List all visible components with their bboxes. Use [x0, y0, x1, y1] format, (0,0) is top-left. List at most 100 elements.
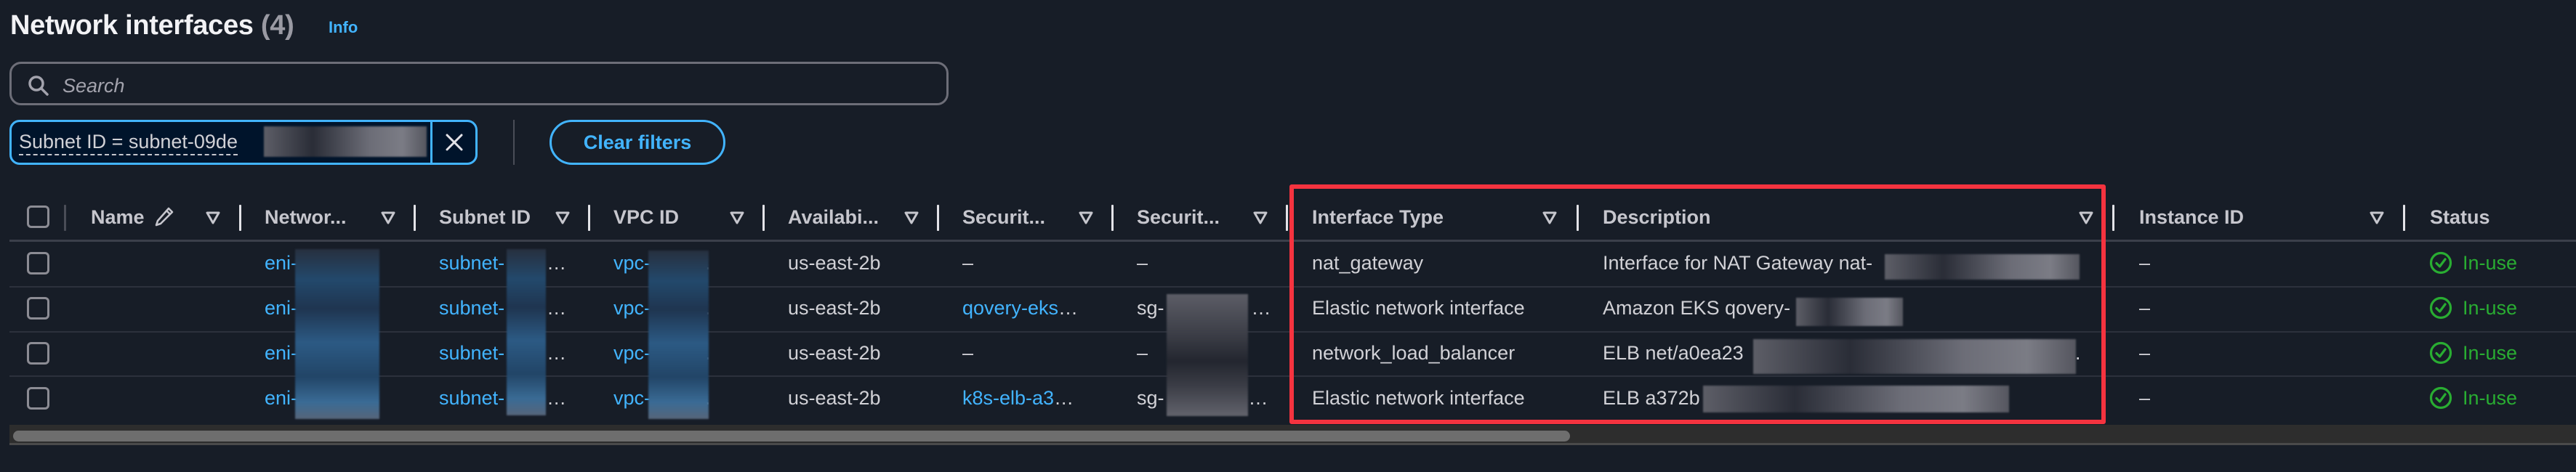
close-icon: [446, 134, 463, 151]
status-text: In-use: [2463, 297, 2518, 319]
redacted-load-balancer-name: [1753, 339, 2076, 374]
security-group-names: –: [962, 342, 974, 364]
column-header-availability-zone[interactable]: Availabi...: [788, 205, 879, 229]
column-header-interface-type[interactable]: Interface Type: [1312, 205, 1444, 229]
interface-type: Elastic network interface: [1312, 297, 1525, 319]
redacted-nat-gateway-id: [1885, 254, 2080, 280]
sort-triangle-icon[interactable]: [1252, 211, 1268, 225]
column-divider[interactable]: [1111, 205, 1114, 231]
subnet-id-link[interactable]: subnet-…: [439, 296, 566, 320]
availability-zone: us-east-2b: [788, 297, 881, 319]
remove-filter-button[interactable]: [433, 122, 475, 163]
column-header-label: Name: [91, 206, 145, 228]
clear-filters-button[interactable]: Clear filters: [550, 120, 725, 165]
column-divider[interactable]: [414, 205, 416, 231]
interface-type: network_load_balancer: [1312, 342, 1516, 364]
page-title-text: Network interfaces: [10, 10, 254, 41]
status-text: In-use: [2463, 252, 2518, 274]
instance-id: –: [2139, 252, 2151, 274]
sort-triangle-icon[interactable]: [729, 211, 745, 225]
info-link[interactable]: Info: [329, 17, 358, 38]
toolbar-divider: [513, 120, 515, 165]
redacted-cluster-name: [1796, 298, 1903, 326]
row-divider: [9, 331, 2576, 333]
instance-id: –: [2139, 342, 2151, 364]
filter-token-label[interactable]: Subnet ID = subnet-09de: [19, 129, 238, 155]
description: Amazon EKS qovery-: [1603, 297, 1791, 319]
column-divider[interactable]: [2403, 205, 2405, 231]
column-divider[interactable]: [1286, 205, 1288, 231]
item-count: (4): [260, 10, 294, 41]
filter-token-divider: [430, 121, 432, 164]
instance-id: –: [2139, 387, 2151, 409]
row-checkbox[interactable]: [27, 342, 49, 365]
security-group-name-link[interactable]: qovery-eks…: [962, 296, 1078, 320]
column-header-security-group-ids[interactable]: Securit...: [1137, 205, 1220, 229]
status-text: In-use: [2463, 342, 2518, 364]
column-header-subnet-id[interactable]: Subnet ID: [439, 205, 531, 229]
redacted-value: [264, 126, 427, 157]
availability-zone: us-east-2b: [788, 387, 881, 409]
header-divider: [9, 240, 2576, 242]
row-checkbox[interactable]: [27, 387, 49, 410]
column-header-vpc-id[interactable]: VPC ID: [613, 205, 679, 229]
sort-triangle-icon[interactable]: [380, 211, 396, 225]
search-input[interactable]: [61, 70, 936, 102]
redacted-load-balancer-id: [1703, 386, 2009, 412]
pencil-icon: [155, 207, 174, 227]
availability-zone: us-east-2b: [788, 252, 881, 274]
row-checkbox[interactable]: [27, 297, 49, 320]
column-header-name[interactable]: Name: [91, 205, 174, 229]
search-icon: [28, 76, 49, 96]
column-header-security-group-names[interactable]: Securit...: [962, 205, 1045, 229]
row-divider: [9, 375, 2576, 377]
redacted-security-group-ids: [1167, 294, 1248, 416]
select-all-checkbox[interactable]: [27, 206, 49, 228]
sort-triangle-icon[interactable]: [555, 211, 571, 225]
column-header-status[interactable]: Status: [2430, 205, 2490, 229]
row-checkbox[interactable]: [27, 252, 49, 274]
check-circle-icon: [2429, 251, 2452, 274]
security-group-ids: –: [1137, 342, 1148, 364]
column-divider[interactable]: [239, 205, 241, 231]
redacted-network-interface-ids: [295, 249, 379, 419]
description: ELB a372b: [1603, 387, 1700, 409]
sort-triangle-icon[interactable]: [903, 211, 919, 225]
column-divider[interactable]: [937, 205, 939, 231]
security-group-names: –: [962, 252, 974, 274]
column-header-network-interface-id[interactable]: Networ...: [265, 205, 347, 229]
description: Interface for NAT Gateway nat-: [1603, 252, 1873, 274]
sort-triangle-icon[interactable]: [1542, 211, 1558, 225]
sort-triangle-icon[interactable]: [2369, 211, 2385, 225]
page-title: Network interfaces (4): [10, 9, 294, 42]
security-group-ids: –: [1137, 252, 1148, 274]
redacted-vpc-ids: [648, 251, 709, 419]
scrollbar-edge: [9, 443, 2576, 445]
status-text: In-use: [2463, 387, 2518, 409]
column-divider[interactable]: [588, 205, 590, 231]
sort-triangle-icon[interactable]: [205, 211, 221, 225]
instance-id: –: [2139, 297, 2151, 319]
check-circle-icon: [2429, 296, 2452, 320]
status-badge: In-use: [2429, 296, 2517, 320]
sort-triangle-icon[interactable]: [1078, 211, 1094, 225]
row-divider: [9, 286, 2576, 288]
status-badge: In-use: [2429, 251, 2517, 275]
sort-triangle-icon[interactable]: [2078, 211, 2094, 225]
column-divider[interactable]: [1577, 205, 1579, 231]
status-badge: In-use: [2429, 386, 2517, 410]
column-divider[interactable]: [2112, 205, 2114, 231]
scrollbar-thumb[interactable]: [13, 431, 1570, 442]
subnet-id-link[interactable]: subnet-…: [439, 341, 566, 365]
check-circle-icon: [2429, 386, 2452, 410]
redacted-subnet-ids: [507, 249, 546, 415]
column-divider[interactable]: [762, 205, 765, 231]
column-header-description[interactable]: Description: [1603, 205, 1711, 229]
column-header-instance-id[interactable]: Instance ID: [2139, 205, 2244, 229]
interface-type: Elastic network interface: [1312, 387, 1525, 409]
interface-type: nat_gateway: [1312, 252, 1424, 274]
check-circle-icon: [2429, 341, 2452, 365]
subnet-id-link[interactable]: subnet-…: [439, 251, 566, 275]
subnet-id-link[interactable]: subnet-…: [439, 386, 566, 410]
security-group-name-link[interactable]: k8s-elb-a3…: [962, 386, 1074, 410]
